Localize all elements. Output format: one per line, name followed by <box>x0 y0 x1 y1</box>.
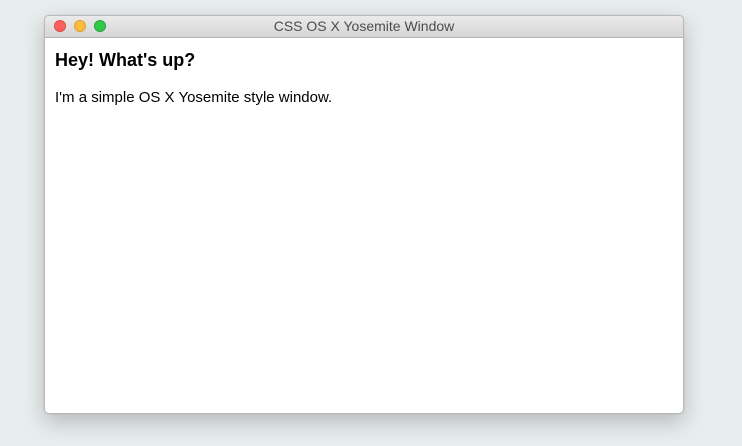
content-heading: Hey! What's up? <box>55 50 196 70</box>
app-window: CSS OS X Yosemite Window Hey! What's up?… <box>44 15 684 414</box>
window-title: CSS OS X Yosemite Window <box>273 18 455 34</box>
window-titlebar[interactable]: CSS OS X Yosemite Window <box>45 16 683 38</box>
window-content: Hey! What's up? I'm a simple OS X Yosemi… <box>45 38 683 119</box>
content-body: I'm a simple OS X Yosemite style window. <box>55 89 333 106</box>
